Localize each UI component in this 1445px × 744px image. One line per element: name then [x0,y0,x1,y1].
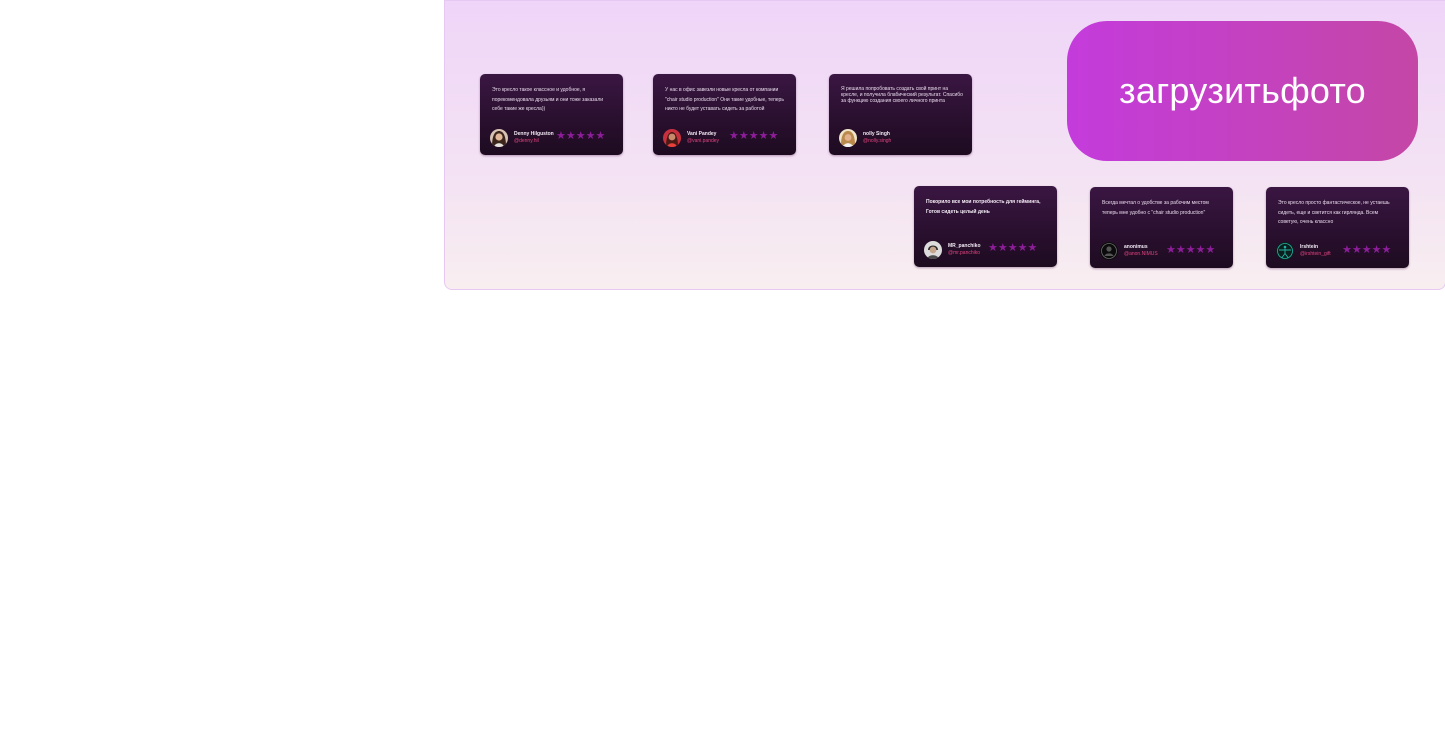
review-card: Покорило все мои потребность для гейминг… [914,186,1057,267]
review-text: У нас в офис завезли новые кресла от ком… [665,87,784,112]
review-text: Я решила попробовать создать свой принт … [841,86,963,104]
reviewer-handle: @anon.NIMUS [1124,251,1158,257]
reviewer-handle: @irshtein_gift [1300,251,1331,257]
reviewer-name: anonimus [1124,244,1148,250]
reviewer-name: nolly Singh [863,131,890,137]
reviewer-handle: @denny.hil [514,138,539,144]
review-card: Это кресло такое классное и удобное, я п… [480,74,623,155]
review-text: Это кресло такое классное и удобное, я п… [492,87,604,112]
rating-stars: ★★★★★ [729,130,779,142]
reviewer-name: Irshtein [1300,244,1319,250]
rating-stars: ★★★★★ [1166,244,1216,256]
reviewer-handle: @nolly.singh [863,138,892,144]
review-card: Я решила попробовать создать свой принт … [829,74,972,155]
avatar [924,241,942,259]
reviewer-handle: @mr.panchiko [948,250,981,256]
reviewer-name: MR_panchiko [948,243,981,249]
review-text: Это кресло просто фантастическое, не уст… [1278,200,1390,225]
reviews-section: загрузитьфото Это кресло такое классное … [444,0,1445,290]
review-text: Покорило все мои потребность для гейминг… [926,199,1041,215]
review-card: Всегда мечтал о удобстве за рабочим мест… [1090,187,1233,268]
reviewer-handle: @vani.pandey [687,138,720,144]
vitruvian-man-avatar-icon [1276,242,1294,260]
reviewer-name: Denny Hilguston [514,131,554,137]
avatar [663,129,681,147]
upload-photo-button[interactable]: загрузитьфото [1067,21,1418,161]
review-text: Всегда мечтал о удобстве за рабочим мест… [1102,200,1209,216]
rating-stars: ★★★★★ [1342,244,1392,256]
avatar [490,129,508,147]
rating-stars: ★★★★★ [988,242,1038,254]
rating-stars: ★★★★★ [556,130,606,142]
reviewer-name: Vani Pandey [687,131,717,137]
review-card: У нас в офис завезли новые кресла от ком… [653,74,796,155]
avatar [839,129,857,147]
review-card: Это кресло просто фантастическое, не уст… [1266,187,1409,268]
anonymous-avatar-icon [1100,242,1118,260]
